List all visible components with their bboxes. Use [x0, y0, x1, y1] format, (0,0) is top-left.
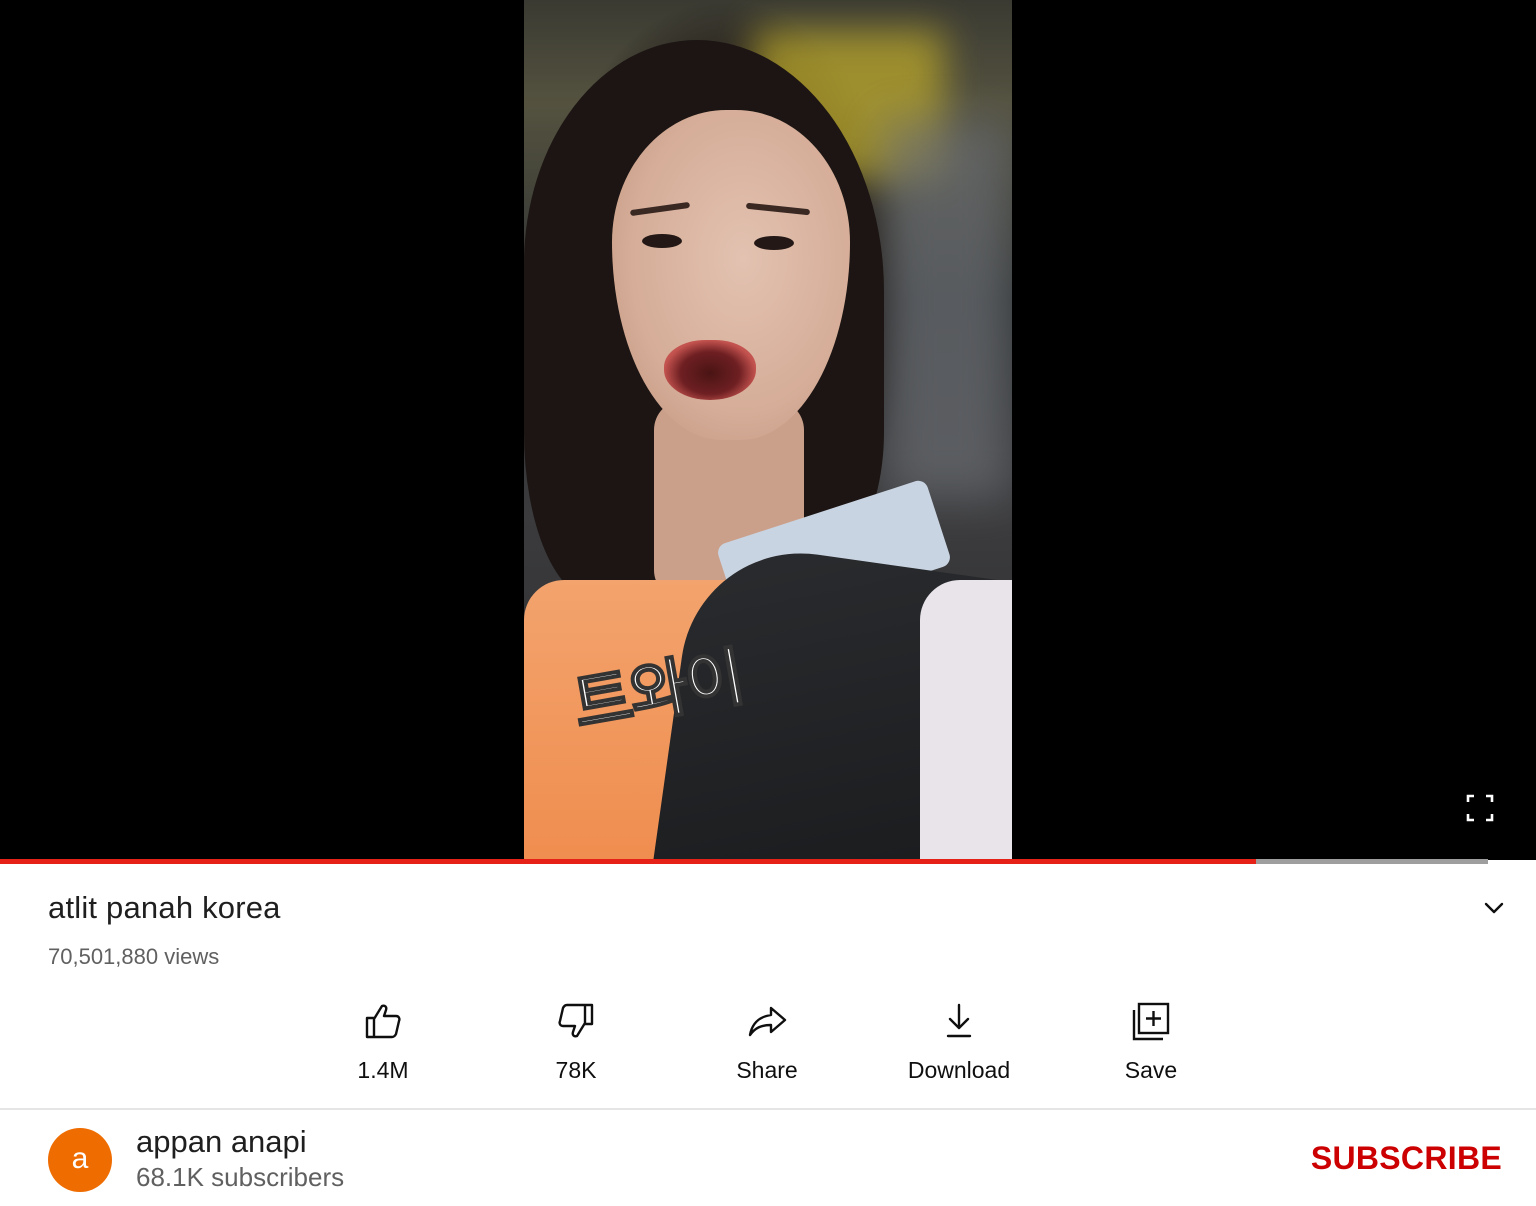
thumb-down-icon [558, 1003, 594, 1038]
download-button[interactable]: Download [879, 995, 1039, 1084]
background-blur [884, 120, 1012, 500]
video-subject-mouth [664, 340, 756, 400]
download-icon [946, 1003, 972, 1038]
video-subject-sleeve [920, 580, 1012, 860]
video-subject-eye [754, 236, 794, 250]
dislike-count: 78K [555, 1057, 597, 1083]
thumb-up-icon [365, 1004, 401, 1039]
subscribe-button[interactable]: SUBSCRIBE [1311, 1140, 1502, 1177]
video-subject-eye [642, 234, 682, 248]
dislike-button[interactable]: 78K [496, 995, 656, 1084]
channel-name[interactable]: appan anapi [136, 1124, 307, 1160]
like-count: 1.4M [357, 1057, 409, 1083]
chevron-down-icon [1484, 902, 1504, 914]
video-frame[interactable]: 트와이 [524, 0, 1012, 860]
save-button[interactable]: Save [1071, 995, 1231, 1084]
fullscreen-icon [1466, 794, 1494, 822]
progress-bar[interactable] [0, 859, 1536, 864]
subscriber-count: 68.1K subscribers [136, 1162, 345, 1192]
expand-description-button[interactable] [1476, 890, 1512, 926]
view-count: 70,501,880 views [48, 944, 220, 969]
save-label: Save [1124, 1057, 1178, 1083]
video-player[interactable]: 트와이 [0, 0, 1536, 860]
progress-played [0, 859, 1256, 864]
video-title[interactable]: atlit panah korea [48, 890, 281, 926]
fullscreen-button[interactable] [1462, 790, 1498, 826]
share-button[interactable]: Share [687, 995, 847, 1084]
channel-avatar[interactable]: a [48, 1128, 112, 1192]
action-bar: 1.4M 78K Share Download Save [0, 995, 1536, 1095]
divider [0, 1108, 1536, 1110]
like-button[interactable]: 1.4M [303, 995, 463, 1084]
download-label: Download [907, 1057, 1011, 1083]
share-label: Share [736, 1057, 798, 1083]
save-to-playlist-icon [1132, 1002, 1170, 1041]
share-icon [748, 1006, 787, 1037]
